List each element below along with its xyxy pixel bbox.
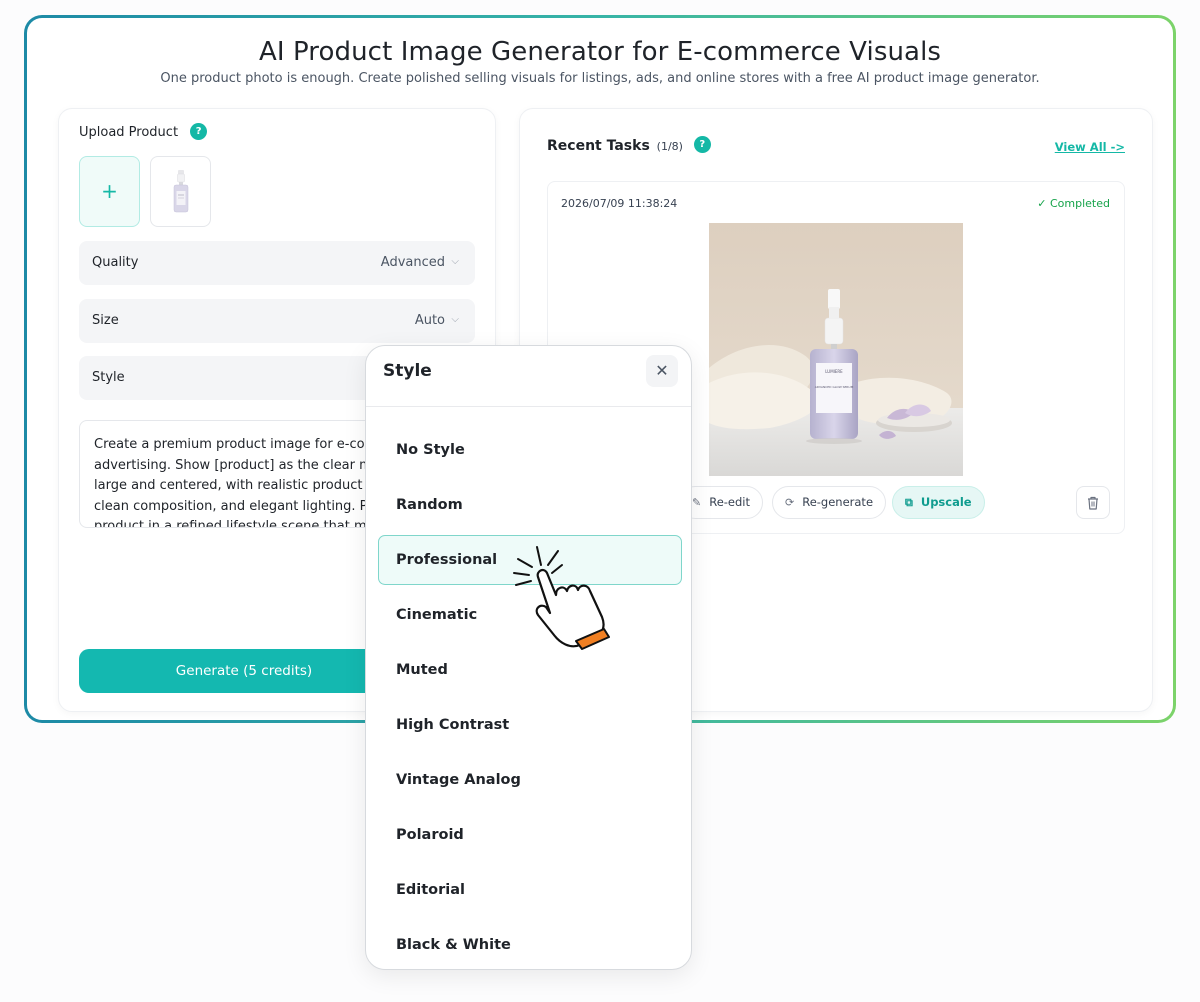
size-value: Auto [414,313,445,328]
size-label: Size [92,313,119,328]
upload-product-label: Upload Product ? [79,122,208,140]
style-label: Style [92,370,125,385]
product-thumbnail[interactable] [150,156,211,227]
upload-label-text: Upload Product [79,125,179,140]
upscale-label: Upscale [920,495,972,509]
quality-value: Advanced [380,255,445,270]
style-option-black-white[interactable]: Black & White [378,920,682,970]
close-icon[interactable]: ✕ [646,355,678,387]
task-status-badge: ✓ Completed [1037,197,1110,210]
style-modal-title: Style [383,361,432,381]
help-icon[interactable]: ? [190,122,208,140]
modal-divider [366,406,691,407]
task-timestamp: 2026/07/09 11:38:24 [561,197,678,210]
pointer-hand-icon [513,546,610,650]
serum-scene-image: LUMIERE ADVANCED GLOW SERUM [709,223,963,476]
quality-select[interactable]: Quality Advanced ⌵ [79,241,475,285]
add-product-button[interactable]: + [79,156,140,227]
trash-icon [1088,496,1098,510]
style-option-high-contrast[interactable]: High Contrast [378,700,682,750]
page-title: AI Product Image Generator for E-commerc… [258,37,942,67]
bottle-brand-text: LUMIERE [825,369,843,374]
quality-label: Quality [92,255,139,270]
upscale-button[interactable]: ⧉ Upscale [892,486,985,519]
delete-button[interactable] [1076,486,1110,519]
recent-tasks-label: Recent Tasks [547,138,650,154]
help-icon[interactable]: ? [693,136,711,153]
serum-bottle-thumbnail [173,170,189,213]
edit-icon: ✎ [692,496,702,509]
style-option-random[interactable]: Random [378,480,682,530]
generated-product-image[interactable]: LUMIERE ADVANCED GLOW SERUM [709,223,963,476]
refresh-icon: ⟳ [785,496,795,509]
generate-button-label: Generate (5 credits) [175,663,313,679]
bottle-line-text: ADVANCED GLOW SERUM [815,385,854,389]
re-edit-label: Re-edit [709,495,750,509]
size-select[interactable]: Size Auto ⌵ [79,299,475,343]
chevron-down-icon: ⌵ [451,314,459,325]
style-modal: Style ✕ No Style Random Professional Cinema… [365,345,692,970]
chevron-down-icon: ⌵ [451,256,459,267]
regenerate-button[interactable]: ⟳ Re-generate [772,486,887,519]
page-subtitle: One product photo is enough. Create poli… [160,71,1040,86]
style-option-no-style[interactable]: No Style [378,425,682,475]
style-option-polaroid[interactable]: Polaroid [378,810,682,860]
recent-tasks-title: Recent Tasks (1/8) ? [547,136,711,154]
regenerate-label: Re-generate [802,495,874,509]
view-all-link[interactable]: View All -> [1055,140,1125,154]
style-option-editorial[interactable]: Editorial [378,865,682,915]
upscale-icon: ⧉ [905,496,913,509]
style-option-vintage-analog[interactable]: Vintage Analog [378,755,682,805]
recent-tasks-count: (1/8) [656,140,683,153]
